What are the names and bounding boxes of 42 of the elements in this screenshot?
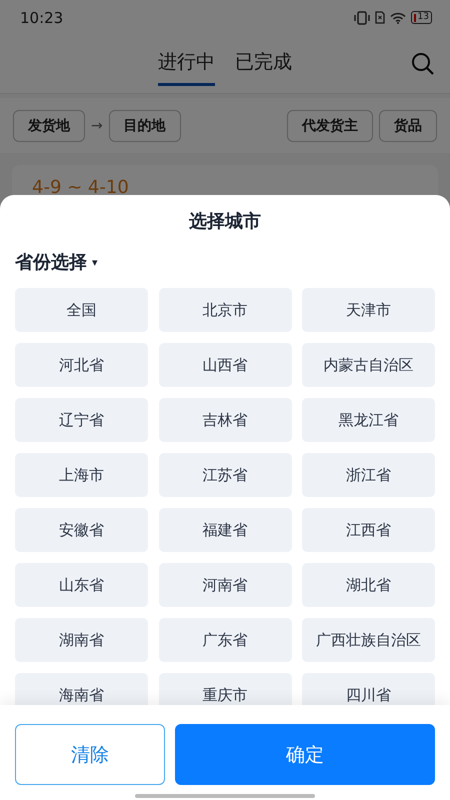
city-option[interactable]: 广东省 — [158, 618, 292, 662]
city-option[interactable]: 天津市 — [302, 288, 435, 332]
city-option[interactable]: 吉林省 — [158, 398, 292, 442]
province-dropdown[interactable]: 省份选择 ▾ — [15, 250, 98, 274]
vibrate-icon — [354, 10, 370, 24]
arrow-text: → — [91, 118, 103, 134]
sim-card-icon — [374, 11, 385, 24]
city-option[interactable]: 海南省 — [15, 673, 148, 705]
city-option[interactable]: 重庆市 — [158, 673, 292, 705]
sheet-title: 选择城市 — [189, 210, 261, 233]
city-option[interactable]: 湖南省 — [15, 618, 148, 662]
city-option[interactable]: 江苏省 — [158, 453, 292, 497]
city-option[interactable]: 浙江省 — [302, 453, 435, 497]
clear-button[interactable]: 清除 — [15, 724, 165, 785]
city-option[interactable]: 安徽省 — [15, 508, 148, 552]
city-option[interactable]: 全国 — [15, 288, 148, 332]
filter-button[interactable]: 货品 — [379, 110, 437, 142]
battery-icon: 13 — [410, 11, 432, 24]
origin-filter[interactable]: 发货地 — [13, 110, 85, 142]
city-option[interactable]: 福建省 — [158, 508, 292, 552]
date-range: 4-9 ~ 4-10 — [32, 177, 129, 198]
city-option[interactable]: 内蒙古自治区 — [302, 343, 435, 387]
city-option[interactable]: 湖北省 — [302, 563, 435, 607]
destination-filter[interactable]: 目的地 — [108, 110, 181, 142]
city-option[interactable]: 北京市 — [158, 288, 292, 332]
status-time: 10:23 — [20, 8, 64, 26]
search-icon[interactable] — [411, 52, 435, 76]
city-option[interactable]: 河南省 — [158, 563, 292, 607]
city-option[interactable]: 辽宁省 — [15, 398, 148, 442]
tab[interactable]: 已完成 — [235, 42, 292, 86]
city-option[interactable]: 河北省 — [15, 343, 148, 387]
filter-button[interactable]: 代发货主 — [287, 110, 373, 142]
confirm-button[interactable]: 确定 — [175, 724, 435, 785]
city-option[interactable]: 山西省 — [158, 343, 292, 387]
city-option[interactable]: 上海市 — [15, 453, 148, 497]
city-option[interactable]: 广西壮族自治区 — [302, 618, 435, 662]
city-option[interactable]: 山东省 — [15, 563, 148, 607]
tab[interactable]: 进行中 — [158, 42, 215, 86]
wifi-icon — [390, 12, 406, 24]
city-option[interactable]: 江西省 — [302, 508, 435, 552]
city-option[interactable]: 四川省 — [302, 673, 435, 705]
city-option[interactable]: 黑龙江省 — [302, 398, 435, 442]
